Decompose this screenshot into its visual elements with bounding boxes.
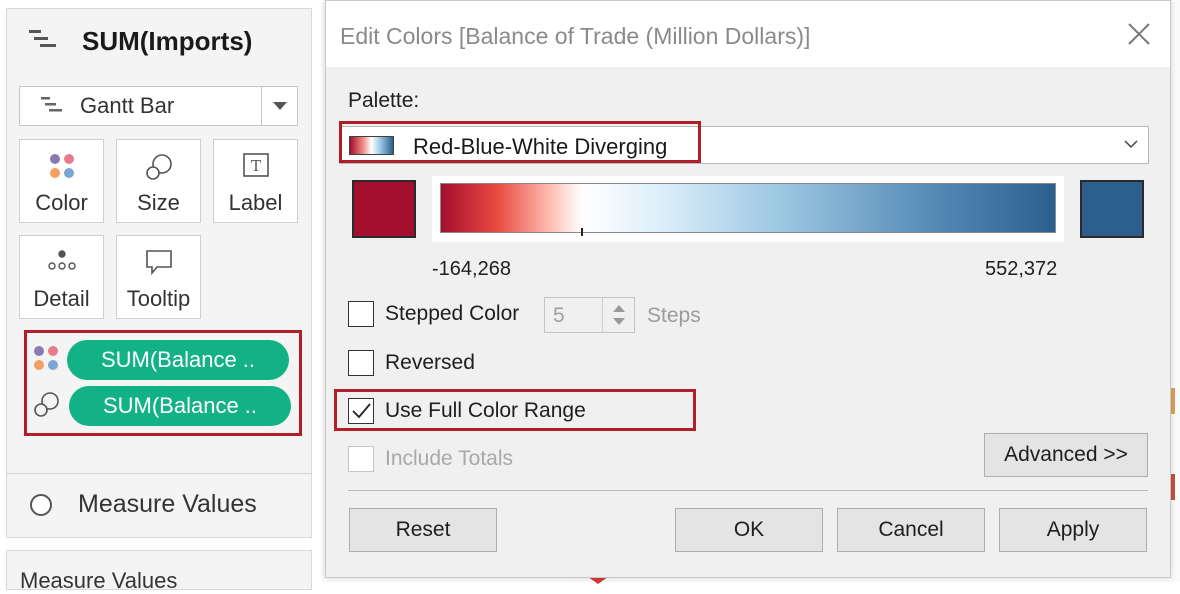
dialog-divider	[348, 490, 1148, 491]
cancel-button[interactable]: Cancel	[837, 508, 985, 552]
measure-values-label: Measure Values	[78, 490, 257, 518]
detail-card[interactable]: Detail	[19, 235, 104, 319]
advanced-button[interactable]: Advanced >>	[984, 433, 1148, 477]
apply-button[interactable]: Apply	[999, 508, 1147, 552]
tooltip-card[interactable]: Tooltip	[116, 235, 201, 319]
close-icon[interactable]	[1126, 21, 1152, 47]
svg-text:T: T	[250, 157, 260, 175]
full-color-range-option[interactable]: Use Full Color Range	[348, 398, 586, 424]
text-label-icon: T	[242, 152, 270, 183]
measure-values-card-title: Measure Values	[20, 568, 178, 593]
reversed-checkbox[interactable]	[348, 350, 374, 376]
range-min-label: -164,268	[432, 258, 511, 280]
full-color-range-checkbox[interactable]	[348, 398, 374, 424]
color-field-pill[interactable]: SUM(Balance ..	[67, 340, 289, 380]
palette-dropdown[interactable]: Red-Blue-White Diverging	[339, 126, 1149, 164]
tooltip-card-label: Tooltip	[126, 286, 191, 311]
color-ramp-preview	[432, 176, 1064, 242]
divider	[6, 473, 312, 474]
include-totals-checkbox[interactable]	[348, 446, 374, 472]
color-dots-icon	[48, 152, 76, 185]
detail-dots-icon	[46, 248, 78, 279]
size-circles-icon	[144, 152, 174, 187]
gantt-bar-icon	[28, 28, 60, 55]
marks-pane: SUM(Imports) Gantt Bar Color Size T Labe…	[0, 0, 322, 593]
full-color-range-label: Use Full Color Range	[385, 399, 586, 422]
encoding-pills-highlight: SUM(Balance .. SUM(Balance ..	[24, 330, 302, 436]
color-card[interactable]: Color	[19, 139, 104, 223]
steps-label: Steps	[647, 304, 701, 327]
size-field-pill[interactable]: SUM(Balance ..	[69, 386, 291, 426]
reversed-label: Reversed	[385, 351, 475, 374]
chevron-down-icon[interactable]	[1124, 137, 1138, 156]
dialog-title: Edit Colors [Balance of Trade (Million D…	[340, 23, 811, 49]
end-color-swatch[interactable]	[1080, 180, 1144, 238]
include-totals-option[interactable]: Include Totals	[348, 446, 513, 472]
zero-tick-mark	[581, 228, 583, 236]
palette-swatch-icon	[349, 136, 394, 155]
size-card-label: Size	[137, 190, 180, 215]
gantt-bar-icon	[40, 95, 66, 118]
marks-header: SUM(Imports)	[28, 26, 252, 57]
stepper-down-icon[interactable]	[613, 318, 625, 325]
ok-button[interactable]: OK	[675, 508, 823, 552]
checkmark-icon	[352, 403, 371, 419]
radio-circle-icon[interactable]	[30, 493, 52, 516]
range-max-label: 552,372	[985, 258, 1058, 280]
stepped-color-checkbox[interactable]	[348, 301, 374, 327]
stepper-buttons[interactable]	[602, 298, 634, 332]
size-card[interactable]: Size	[116, 139, 201, 223]
color-card-label: Color	[35, 190, 88, 215]
speech-bubble-icon	[144, 248, 174, 281]
steps-stepper[interactable]: 5	[544, 297, 635, 333]
chevron-down-icon[interactable]	[261, 87, 297, 125]
start-color-swatch[interactable]	[352, 180, 416, 238]
dialog-titlebar: Edit Colors [Balance of Trade (Million D…	[326, 1, 1170, 67]
include-totals-label: Include Totals	[385, 447, 514, 470]
reversed-option[interactable]: Reversed	[348, 350, 475, 376]
label-card-label: Label	[228, 190, 283, 215]
palette-selected-value: Red-Blue-White Diverging	[413, 134, 668, 159]
label-card[interactable]: T Label	[213, 139, 298, 223]
size-pill-row: SUM(Balance ..	[33, 386, 291, 426]
detail-card-label: Detail	[33, 286, 90, 311]
color-ramp	[440, 183, 1056, 233]
color-dots-icon	[33, 345, 59, 376]
size-circles-icon	[33, 390, 61, 423]
measure-values-row[interactable]: Measure Values	[30, 490, 257, 519]
mark-type-label: Gantt Bar	[80, 93, 175, 118]
stepper-up-icon[interactable]	[613, 305, 625, 312]
stepped-color-option[interactable]: Stepped Color	[348, 301, 519, 327]
mark-type-dropdown[interactable]: Gantt Bar	[19, 86, 298, 126]
stepped-color-label: Stepped Color	[385, 302, 520, 325]
edit-colors-dialog: Edit Colors [Balance of Trade (Million D…	[325, 0, 1171, 578]
steps-value: 5	[553, 304, 565, 327]
reset-button[interactable]: Reset	[349, 508, 497, 552]
marks-header-title: SUM(Imports)	[82, 26, 253, 56]
palette-label: Palette:	[348, 89, 420, 112]
color-pill-row: SUM(Balance ..	[33, 340, 289, 380]
